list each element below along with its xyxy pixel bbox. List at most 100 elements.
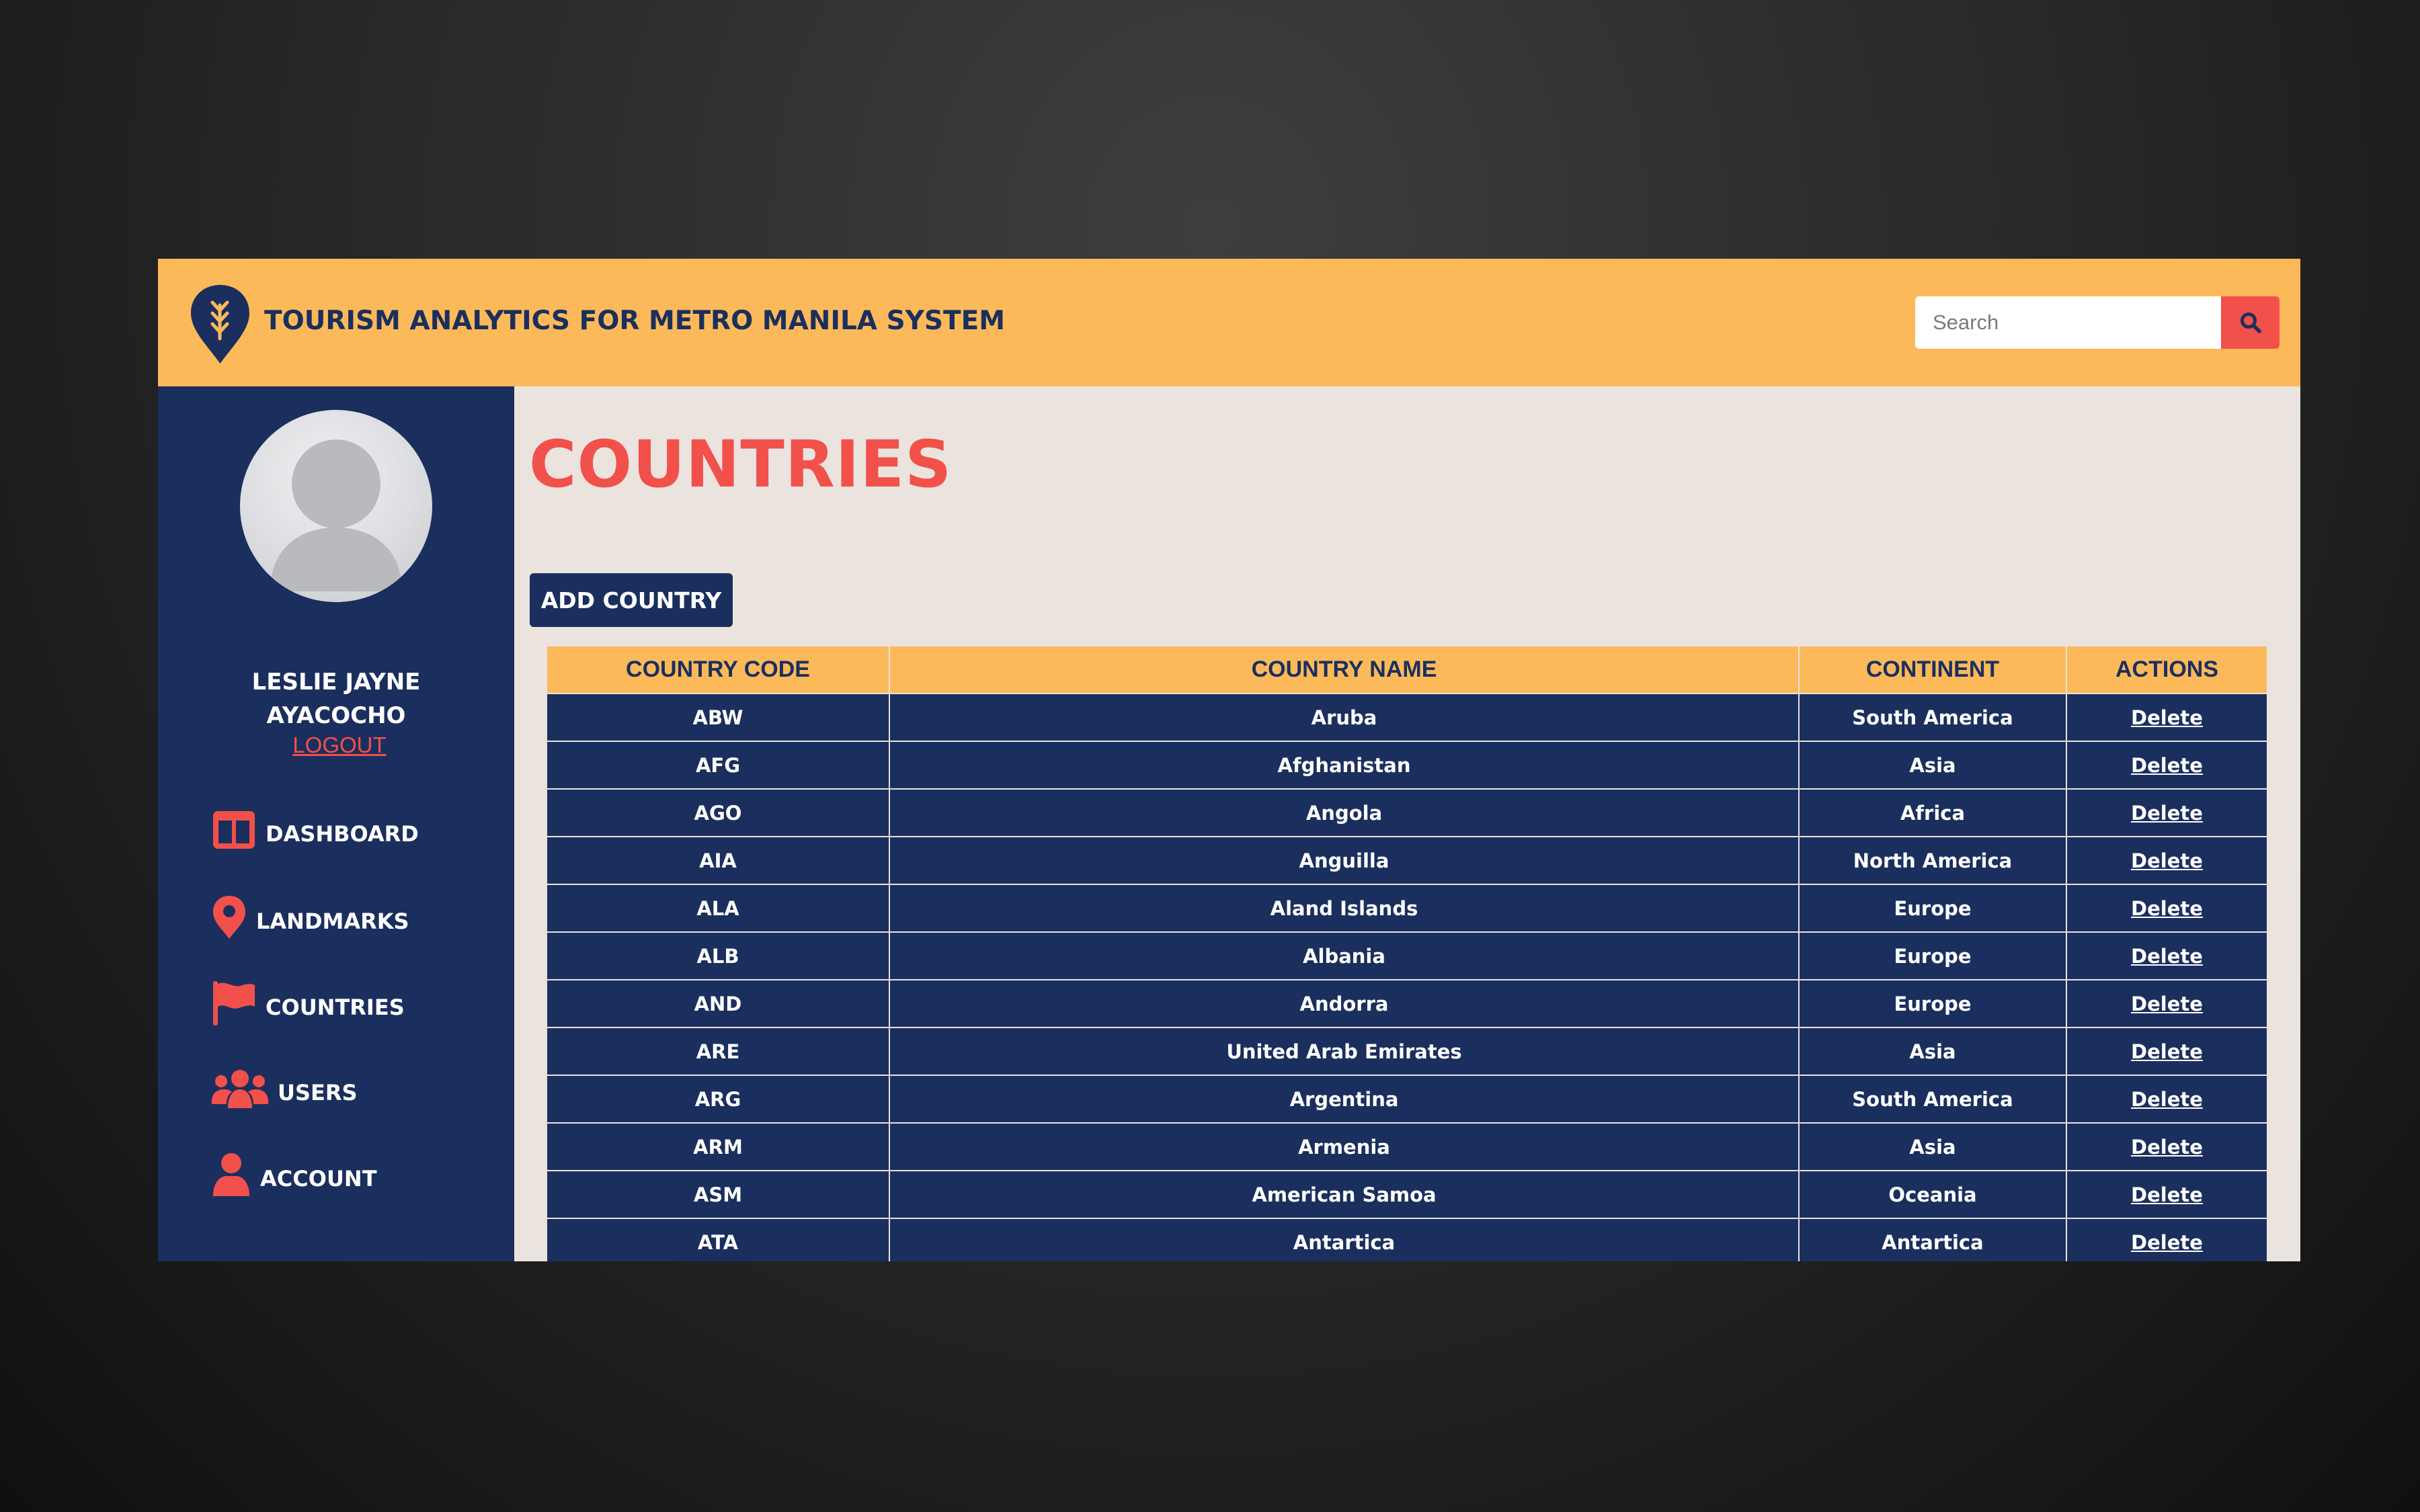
table-row: ARM Armenia Asia Delete	[546, 1122, 2268, 1171]
column-header-code[interactable]: COUNTRY CODE	[546, 645, 890, 694]
delete-link[interactable]: Delete	[2131, 1136, 2203, 1159]
cell-continent: North America	[1798, 836, 2067, 885]
table-row: ALB Albania Europe Delete	[546, 931, 2268, 980]
countries-table: COUNTRY CODE COUNTRY NAME CONTINENT ACTI…	[546, 645, 2268, 1261]
flag-icon	[212, 980, 256, 1027]
cell-country-name: United Arab Emirates	[889, 1027, 1800, 1076]
delete-link[interactable]: Delete	[2131, 754, 2203, 777]
cell-continent: Asia	[1798, 741, 2067, 790]
delete-link[interactable]: Delete	[2131, 1231, 2203, 1254]
cell-actions: Delete	[2066, 884, 2268, 933]
avatar	[240, 410, 432, 602]
users-icon	[212, 1068, 268, 1109]
cell-country-code: ALA	[546, 884, 890, 933]
delete-link[interactable]: Delete	[2131, 945, 2203, 968]
search-button[interactable]	[2221, 296, 2280, 349]
user-icon	[212, 1152, 251, 1198]
cell-actions: Delete	[2066, 1170, 2268, 1219]
cell-country-name: Argentina	[889, 1075, 1800, 1124]
main-content: COUNTRIES ADD COUNTRY COUNTRY CODE COUNT…	[514, 386, 2300, 1261]
cell-continent: Europe	[1798, 931, 2067, 980]
delete-link[interactable]: Delete	[2131, 897, 2203, 920]
cell-country-name: Angola	[889, 788, 1800, 837]
sidebar-item-countries[interactable]: COUNTRIES	[212, 976, 405, 1030]
cell-country-code: ABW	[546, 693, 890, 742]
table-row: AFG Afghanistan Asia Delete	[546, 741, 2268, 790]
app-title: TOURISM ANALYTICS FOR METRO MANILA SYSTE…	[264, 306, 1006, 336]
delete-link[interactable]: Delete	[2131, 993, 2203, 1015]
sidebar-item-account[interactable]: ACCOUNT	[212, 1148, 377, 1202]
cell-country-code: ALB	[546, 931, 890, 980]
map-pin-logo-icon	[191, 285, 249, 364]
table-row: ARE United Arab Emirates Asia Delete	[546, 1027, 2268, 1076]
column-header-continent[interactable]: CONTINENT	[1798, 645, 2067, 694]
sidebar-item-label: DASHBOARD	[266, 821, 419, 847]
table-row: ATA Antartica Antartica Delete	[546, 1218, 2268, 1261]
cell-actions: Delete	[2066, 693, 2268, 742]
cell-country-code: AGO	[546, 788, 890, 837]
sidebar-item-label: ACCOUNT	[260, 1166, 377, 1191]
sidebar-item-users[interactable]: USERS	[212, 1062, 358, 1116]
cell-country-name: Aland Islands	[889, 884, 1800, 933]
cell-actions: Delete	[2066, 979, 2268, 1028]
user-name: LESLIE JAYNE AYACOCHO	[251, 669, 421, 729]
cell-country-code: AIA	[546, 836, 890, 885]
cell-continent: Asia	[1798, 1027, 2067, 1076]
cell-continent: Europe	[1798, 884, 2067, 933]
cell-actions: Delete	[2066, 836, 2268, 885]
table-row: AIA Anguilla North America Delete	[546, 836, 2268, 885]
table-row: AGO Angola Africa Delete	[546, 788, 2268, 837]
cell-actions: Delete	[2066, 1218, 2268, 1261]
sidebar-item-dashboard[interactable]: DASHBOARD	[212, 803, 419, 857]
sidebar-item-label: COUNTRIES	[266, 995, 405, 1020]
sidebar: LESLIE JAYNE AYACOCHO LOGOUT DASHBOARD L…	[158, 386, 514, 1261]
cell-country-name: Andorra	[889, 979, 1800, 1028]
delete-link[interactable]: Delete	[2131, 1088, 2203, 1111]
sidebar-item-label: USERS	[278, 1080, 358, 1105]
table-row: ASM American Samoa Oceania Delete	[546, 1170, 2268, 1219]
search-input[interactable]	[1915, 296, 2221, 349]
delete-link[interactable]: Delete	[2131, 706, 2203, 729]
cell-country-name: Aruba	[889, 693, 1800, 742]
column-header-name[interactable]: COUNTRY NAME	[889, 645, 1800, 694]
cell-continent: Africa	[1798, 788, 2067, 837]
cell-continent: Asia	[1798, 1122, 2067, 1171]
cell-actions: Delete	[2066, 741, 2268, 790]
cell-country-code: ARG	[546, 1075, 890, 1124]
sidebar-item-landmarks[interactable]: LANDMARKS	[212, 890, 409, 944]
delete-link[interactable]: Delete	[2131, 1183, 2203, 1206]
dashboard-icon	[212, 810, 256, 850]
cell-continent: Oceania	[1798, 1170, 2067, 1219]
column-header-actions: ACTIONS	[2066, 645, 2268, 694]
add-country-button[interactable]: ADD COUNTRY	[530, 573, 733, 627]
cell-country-code: AND	[546, 979, 890, 1028]
cell-actions: Delete	[2066, 788, 2268, 837]
cell-country-code: ARM	[546, 1122, 890, 1171]
cell-continent: Antartica	[1798, 1218, 2067, 1261]
table-row: ABW Aruba South America Delete	[546, 693, 2268, 742]
table-body: ABW Aruba South America Delete AFG Afghanista…	[546, 693, 2268, 1261]
cell-country-code: AFG	[546, 741, 890, 790]
cell-country-code: ATA	[546, 1218, 890, 1261]
delete-link[interactable]: Delete	[2131, 802, 2203, 825]
cell-country-code: ASM	[546, 1170, 890, 1219]
table-row: ARG Argentina South America Delete	[546, 1075, 2268, 1124]
search-icon	[2240, 312, 2261, 333]
cell-continent: Europe	[1798, 979, 2067, 1028]
cell-country-name: American Samoa	[889, 1170, 1800, 1219]
table-row: ALA Aland Islands Europe Delete	[546, 884, 2268, 933]
cell-country-name: Antartica	[889, 1218, 1800, 1261]
cell-continent: South America	[1798, 693, 2067, 742]
sidebar-item-label: LANDMARKS	[256, 909, 409, 934]
logout-link[interactable]: LOGOUT	[158, 732, 521, 758]
table-header-row: COUNTRY CODE COUNTRY NAME CONTINENT ACTI…	[546, 645, 2268, 694]
delete-link[interactable]: Delete	[2131, 849, 2203, 872]
cell-country-name: Anguilla	[889, 836, 1800, 885]
table-row: AND Andorra Europe Delete	[546, 979, 2268, 1028]
cell-actions: Delete	[2066, 931, 2268, 980]
cell-country-code: ARE	[546, 1027, 890, 1076]
cell-actions: Delete	[2066, 1122, 2268, 1171]
cell-actions: Delete	[2066, 1027, 2268, 1076]
delete-link[interactable]: Delete	[2131, 1040, 2203, 1063]
app-window: TOURISM ANALYTICS FOR METRO MANILA SYSTE…	[158, 259, 2300, 1261]
